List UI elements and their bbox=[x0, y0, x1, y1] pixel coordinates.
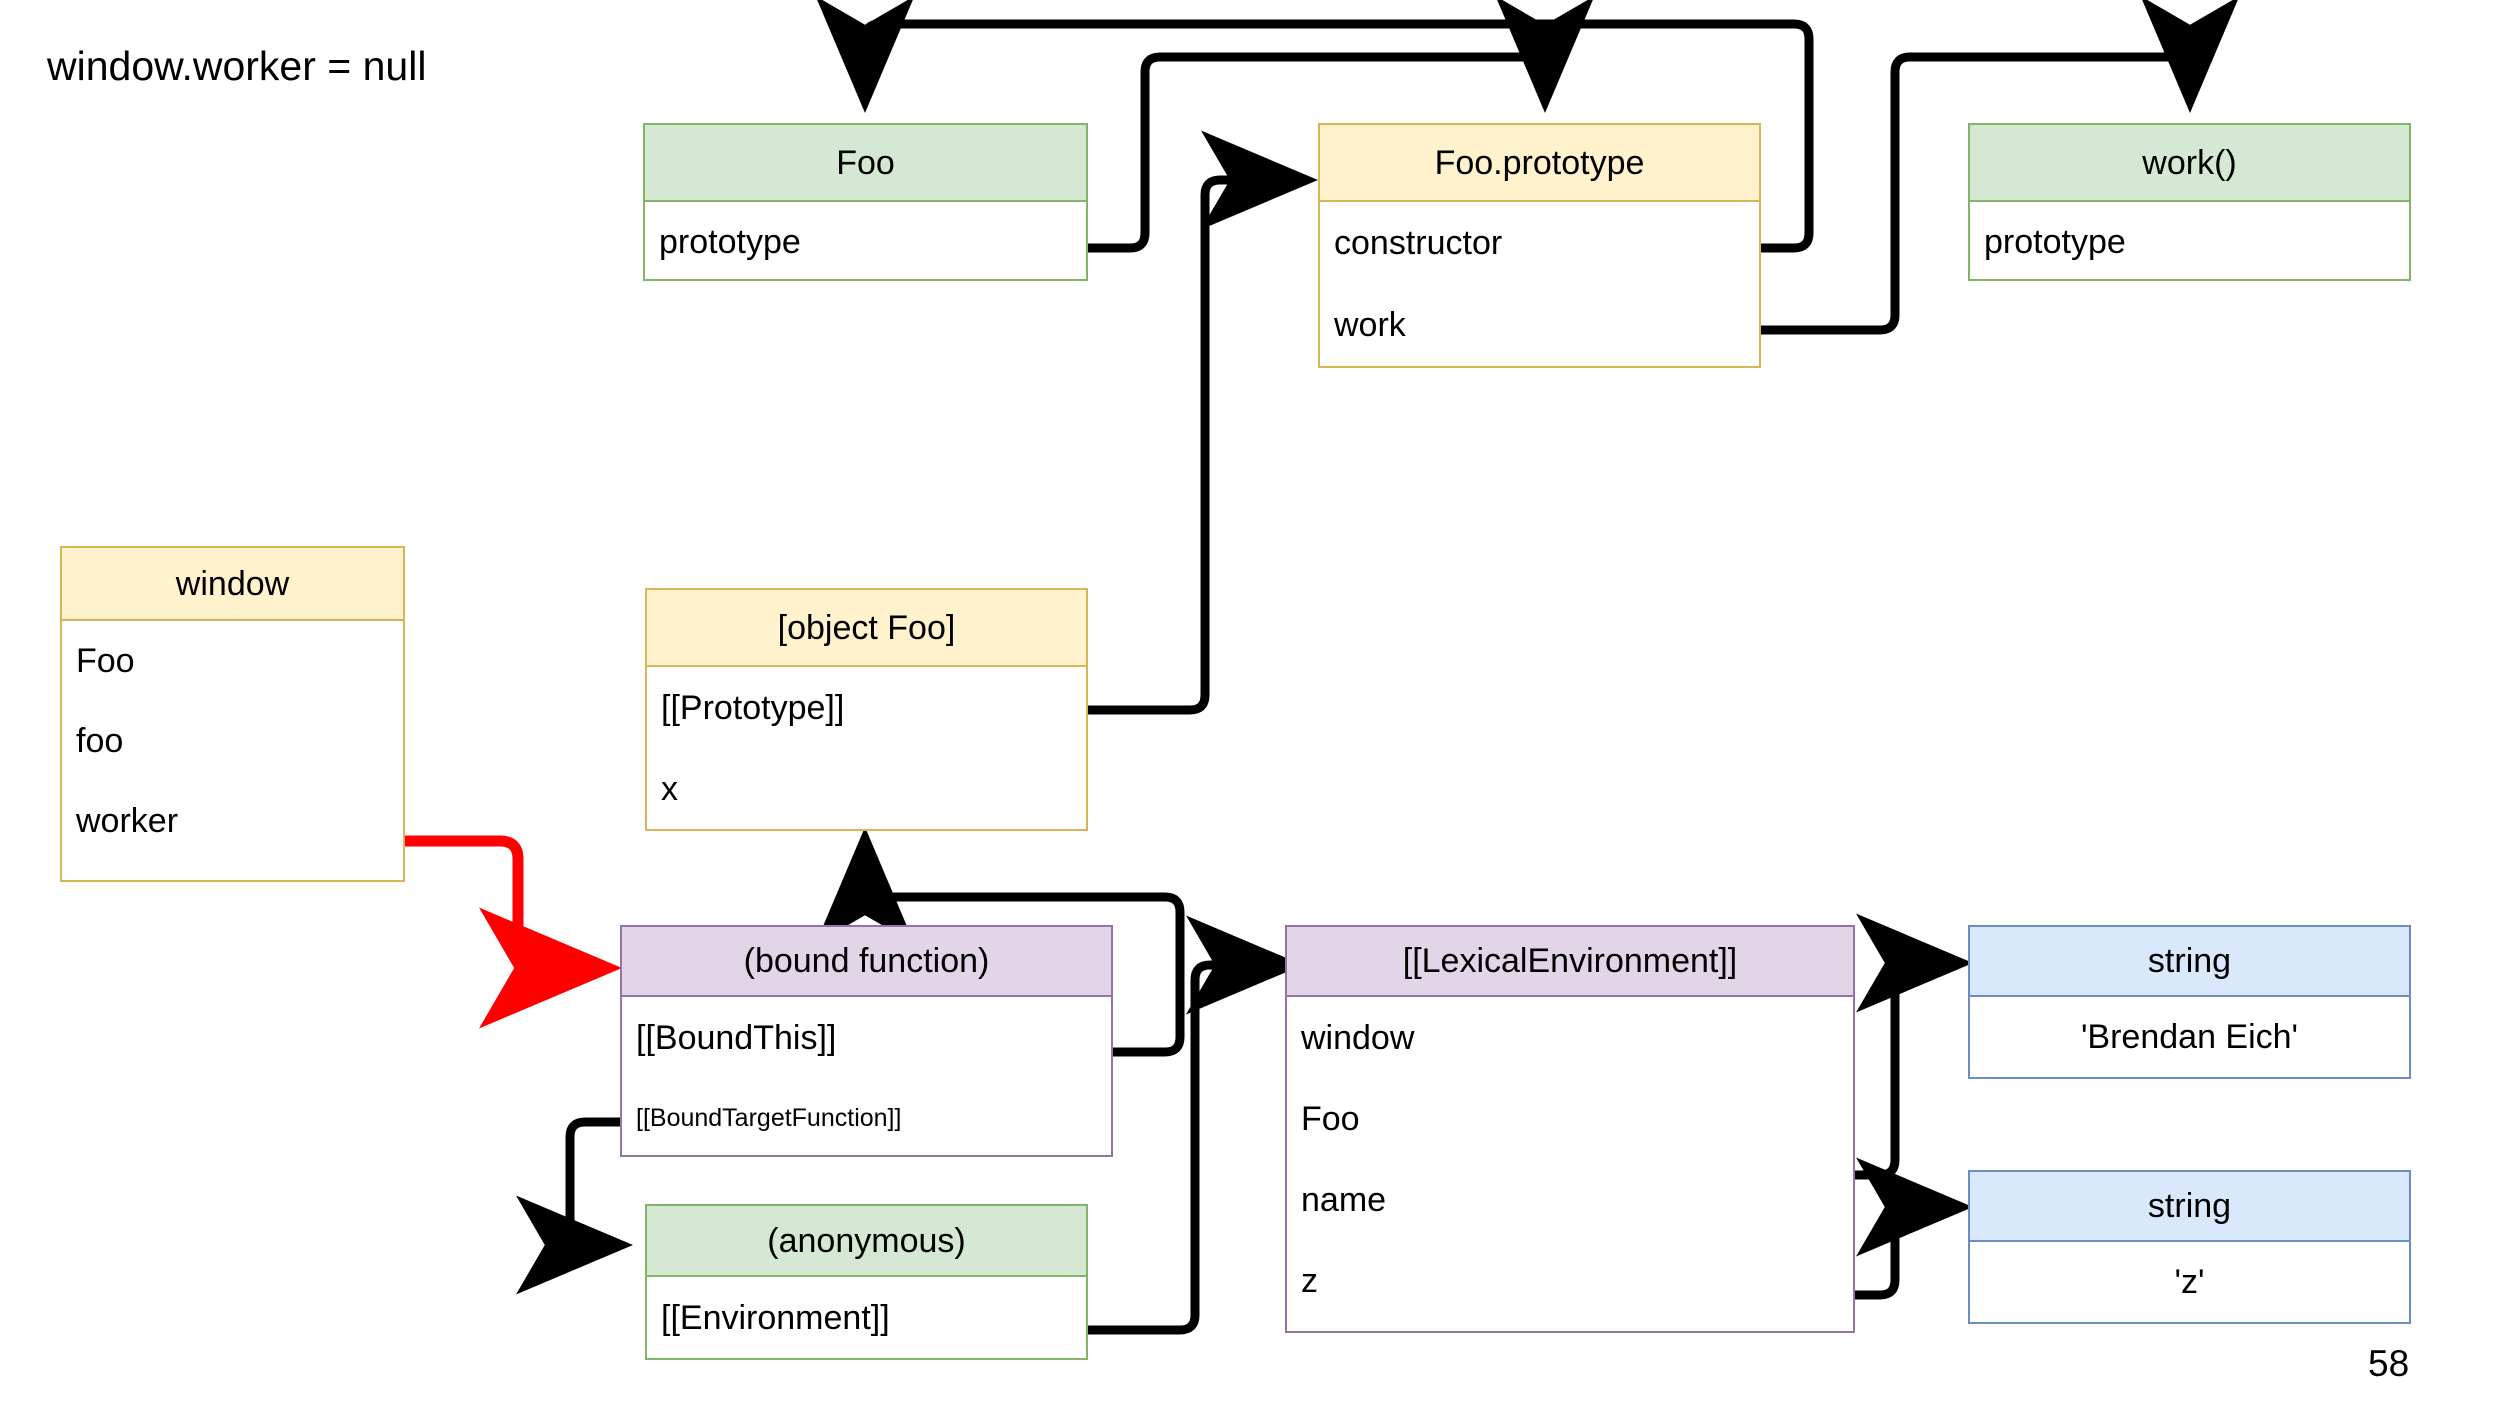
node-lexical-environment-title: [[LexicalEnvironment]] bbox=[1287, 927, 1853, 997]
node-foo-prototype[interactable]: Foo.prototype constructor work bbox=[1318, 123, 1761, 368]
row-window-Foo[interactable]: Foo bbox=[62, 621, 403, 701]
node-lexical-environment-rows: window Foo name z bbox=[1287, 997, 1853, 1321]
edge-environment-to-lexicalenvironment bbox=[1082, 915, 1303, 1335]
edge-z-to-string-z bbox=[1850, 1157, 1973, 1300]
node-object-foo-rows: [[Prototype]] x bbox=[647, 667, 1086, 829]
node-lexical-environment[interactable]: [[LexicalEnvironment]] window Foo name z bbox=[1285, 925, 1855, 1333]
row-string-z-value[interactable]: 'z' bbox=[1970, 1242, 2409, 1322]
row-lexenv-Foo[interactable]: Foo bbox=[1287, 1078, 1853, 1159]
row-object-foo-x[interactable]: x bbox=[647, 748, 1086, 829]
row-lexenv-window[interactable]: window bbox=[1287, 997, 1853, 1078]
node-work[interactable]: work() prototype bbox=[1968, 123, 2411, 281]
row-lexenv-z[interactable]: z bbox=[1287, 1240, 1853, 1321]
node-object-foo-title: [object Foo] bbox=[647, 590, 1086, 667]
node-bound-function[interactable]: (bound function) [[BoundThis]] [[BoundTa… bbox=[620, 925, 1113, 1157]
node-foo[interactable]: Foo prototype bbox=[643, 123, 1088, 281]
node-bound-function-rows: [[BoundThis]] [[BoundTargetFunction]] bbox=[622, 997, 1111, 1159]
node-string-brendan[interactable]: string 'Brendan Eich' bbox=[1968, 925, 2411, 1079]
edge-window-worker-to-boundfunction bbox=[399, 835, 622, 1029]
row-window-foo[interactable]: foo bbox=[62, 701, 403, 781]
node-object-foo[interactable]: [object Foo] [[Prototype]] x bbox=[645, 588, 1088, 831]
node-foo-title: Foo bbox=[645, 125, 1086, 202]
row-object-foo-prototype[interactable]: [[Prototype]] bbox=[647, 667, 1086, 748]
node-string-brendan-title: string bbox=[1970, 927, 2409, 997]
row-foo-prototype-work[interactable]: work bbox=[1320, 284, 1759, 366]
row-anonymous-environment[interactable]: [[Environment]] bbox=[647, 1277, 1086, 1358]
node-string-brendan-rows: 'Brendan Eich' bbox=[1970, 997, 2409, 1077]
node-window-rows: Foo foo worker bbox=[62, 621, 403, 861]
node-bound-function-title: (bound function) bbox=[622, 927, 1111, 997]
slide-canvas: window.worker = null Foo prototype Foo.p… bbox=[0, 0, 2500, 1406]
row-work-prototype[interactable]: prototype bbox=[1970, 202, 2409, 281]
node-anonymous-title: (anonymous) bbox=[647, 1206, 1086, 1277]
row-string-brendan-value[interactable]: 'Brendan Eich' bbox=[1970, 997, 2409, 1077]
node-foo-prototype-rows: constructor work bbox=[1320, 202, 1759, 366]
node-work-title: work() bbox=[1970, 125, 2409, 202]
node-string-z[interactable]: string 'z' bbox=[1968, 1170, 2411, 1324]
edge-objectfoo-prototype-to-fooprototype bbox=[1082, 130, 1318, 715]
slide-title: window.worker = null bbox=[47, 43, 427, 89]
row-lexenv-name[interactable]: name bbox=[1287, 1159, 1853, 1240]
row-bound-this[interactable]: [[BoundThis]] bbox=[622, 997, 1111, 1078]
node-work-rows: prototype bbox=[1970, 202, 2409, 281]
edge-name-to-string-brendan bbox=[1850, 913, 1973, 1180]
node-window-title: window bbox=[62, 548, 403, 621]
node-string-z-title: string bbox=[1970, 1172, 2409, 1242]
node-foo-prototype-title: Foo.prototype bbox=[1320, 125, 1759, 202]
row-window-worker[interactable]: worker bbox=[62, 781, 403, 861]
node-foo-rows: prototype bbox=[645, 202, 1086, 281]
row-bound-target-function[interactable]: [[BoundTargetFunction]] bbox=[622, 1078, 1111, 1159]
node-string-z-rows: 'z' bbox=[1970, 1242, 2409, 1322]
row-foo-prototype-constructor[interactable]: constructor bbox=[1320, 202, 1759, 284]
edge-boundtargetfunction-to-anonymous bbox=[516, 1117, 633, 1295]
node-anonymous[interactable]: (anonymous) [[Environment]] bbox=[645, 1204, 1088, 1360]
node-anonymous-rows: [[Environment]] bbox=[647, 1277, 1086, 1358]
page-number: 58 bbox=[2368, 1343, 2410, 1384]
node-window[interactable]: window Foo foo worker bbox=[60, 546, 405, 882]
row-foo-prototype[interactable]: prototype bbox=[645, 202, 1086, 281]
